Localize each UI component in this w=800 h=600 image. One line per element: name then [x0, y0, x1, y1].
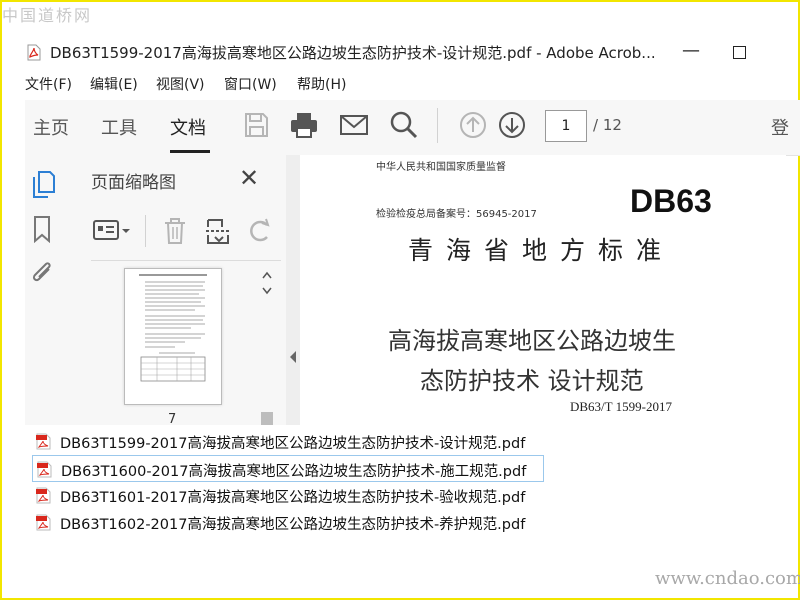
pdf-file-icon [27, 44, 41, 61]
page-thumbnail[interactable] [124, 268, 222, 405]
menu-file[interactable]: 文件(F) [25, 74, 72, 94]
menu-bar: 文件(F) 编辑(E) 视图(V) 窗口(W) 帮助(H) [0, 70, 800, 96]
file-list-item[interactable]: DB63T1602-2017高海拔高寒地区公路边坡生态防护技术-养护规范.pdf [32, 509, 544, 536]
menu-edit[interactable]: 编辑(E) [90, 74, 138, 94]
next-page-icon[interactable] [495, 108, 529, 142]
save-icon[interactable] [239, 108, 273, 142]
login-button[interactable]: 登 [771, 114, 789, 140]
file-list: DB63T1599-2017高海拔高寒地区公路边坡生态防护技术-设计规范.pdf… [32, 428, 552, 536]
previous-page-icon[interactable] [456, 108, 490, 142]
tab-tools[interactable]: 工具 [101, 114, 137, 140]
page-thumbnails-icon[interactable] [30, 169, 56, 199]
thumbnails-panel: 页面缩略图 ✕ 7 [72, 155, 286, 427]
window-titlebar: DB63T1599-2017高海拔高寒地区公路边坡生态防护技术-设计规范.pdf… [0, 36, 800, 70]
attachments-icon[interactable] [29, 257, 55, 287]
thumbnail-options-icon[interactable] [92, 217, 132, 245]
thumbnails-scrollbar[interactable] [258, 267, 276, 425]
page-total: / 12 [593, 116, 622, 134]
minimize-button[interactable]: — [676, 36, 706, 70]
panel-separator [145, 215, 146, 247]
file-name: DB63T1600-2017高海拔高寒地区公路边坡生态防护技术-施工规范.pdf [61, 464, 527, 480]
doc-title-line1: 高海拔高寒地区公路边坡生 [388, 327, 676, 355]
pdf-file-icon [36, 487, 51, 504]
close-panel-button[interactable]: ✕ [239, 164, 259, 192]
doc-record-number: 检验检疫总局备案号：56945-2017 [376, 209, 537, 220]
file-list-item[interactable]: DB63T1601-2017高海拔高寒地区公路边坡生态防护技术-验收规范.pdf [32, 482, 544, 509]
thumbnail-page-content [139, 274, 207, 382]
rotate-page-icon[interactable] [247, 217, 273, 245]
thumbnail-page-number: 7 [168, 412, 177, 427]
document-view[interactable]: 中华人民共和国国家质量监督 检验检疫总局备案号：56945-2017 DB63 … [300, 155, 786, 425]
file-name: DB63T1602-2017高海拔高寒地区公路边坡生态防护技术-养护规范.pdf [60, 517, 526, 533]
watermark-top: 中国道桥网 [2, 6, 93, 25]
tab-home[interactable]: 主页 [33, 114, 69, 140]
bookmarks-icon[interactable] [32, 215, 52, 243]
menu-help[interactable]: 帮助(H) [297, 74, 346, 94]
maximize-button[interactable] [733, 46, 746, 59]
tab-document[interactable]: 文档 [170, 114, 206, 140]
watermark-bottom: www.cndao.com [655, 568, 800, 589]
main-toolbar: 主页 工具 文档 1 / 12 登 [25, 100, 800, 156]
file-name: DB63T1601-2017高海拔高寒地区公路边坡生态防护技术-验收规范.pdf [60, 490, 526, 506]
file-name: DB63T1599-2017高海拔高寒地区公路边坡生态防护技术-设计规范.pdf [60, 436, 526, 452]
page-number-input[interactable]: 1 [545, 110, 587, 142]
print-icon[interactable] [287, 108, 321, 142]
active-tab-indicator [170, 150, 210, 153]
scrollbar-thumb[interactable] [261, 412, 273, 425]
pdf-file-icon [36, 433, 51, 450]
menu-window[interactable]: 窗口(W) [224, 74, 277, 94]
thumbnail-toolbar-divider [91, 260, 281, 261]
doc-title-line2: 态防护技术 设计规范 [420, 367, 644, 395]
email-icon[interactable] [337, 108, 371, 142]
doc-authority: 中华人民共和国国家质量监督 [376, 162, 506, 173]
menu-view[interactable]: 视图(V) [156, 74, 205, 94]
scroll-up-icon[interactable] [262, 271, 272, 279]
doc-standard-id: DB63/T 1599-2017 [570, 399, 672, 414]
extract-page-icon[interactable] [205, 217, 231, 245]
window-title: DB63T1599-2017高海拔高寒地区公路边坡生态防护技术-设计规范.pdf… [50, 44, 656, 62]
doc-standard-code: DB63 [630, 183, 712, 219]
file-list-item[interactable]: DB63T1600-2017高海拔高寒地区公路边坡生态防护技术-施工规范.pdf [32, 455, 544, 482]
file-list-item[interactable]: DB63T1599-2017高海拔高寒地区公路边坡生态防护技术-设计规范.pdf [32, 428, 544, 455]
search-icon[interactable] [387, 108, 421, 142]
navigation-pane [25, 155, 73, 425]
collapse-pane-strip[interactable] [286, 155, 300, 425]
doc-standard-type: 青海省地方标准 [408, 236, 675, 265]
delete-page-icon[interactable] [162, 217, 188, 245]
pdf-file-icon [36, 514, 51, 531]
pdf-file-icon [37, 461, 52, 478]
toolbar-separator [437, 108, 438, 143]
thumbnails-panel-title: 页面缩略图 [91, 173, 176, 193]
collapse-left-icon[interactable] [288, 350, 298, 364]
scroll-down-icon[interactable] [262, 287, 272, 295]
